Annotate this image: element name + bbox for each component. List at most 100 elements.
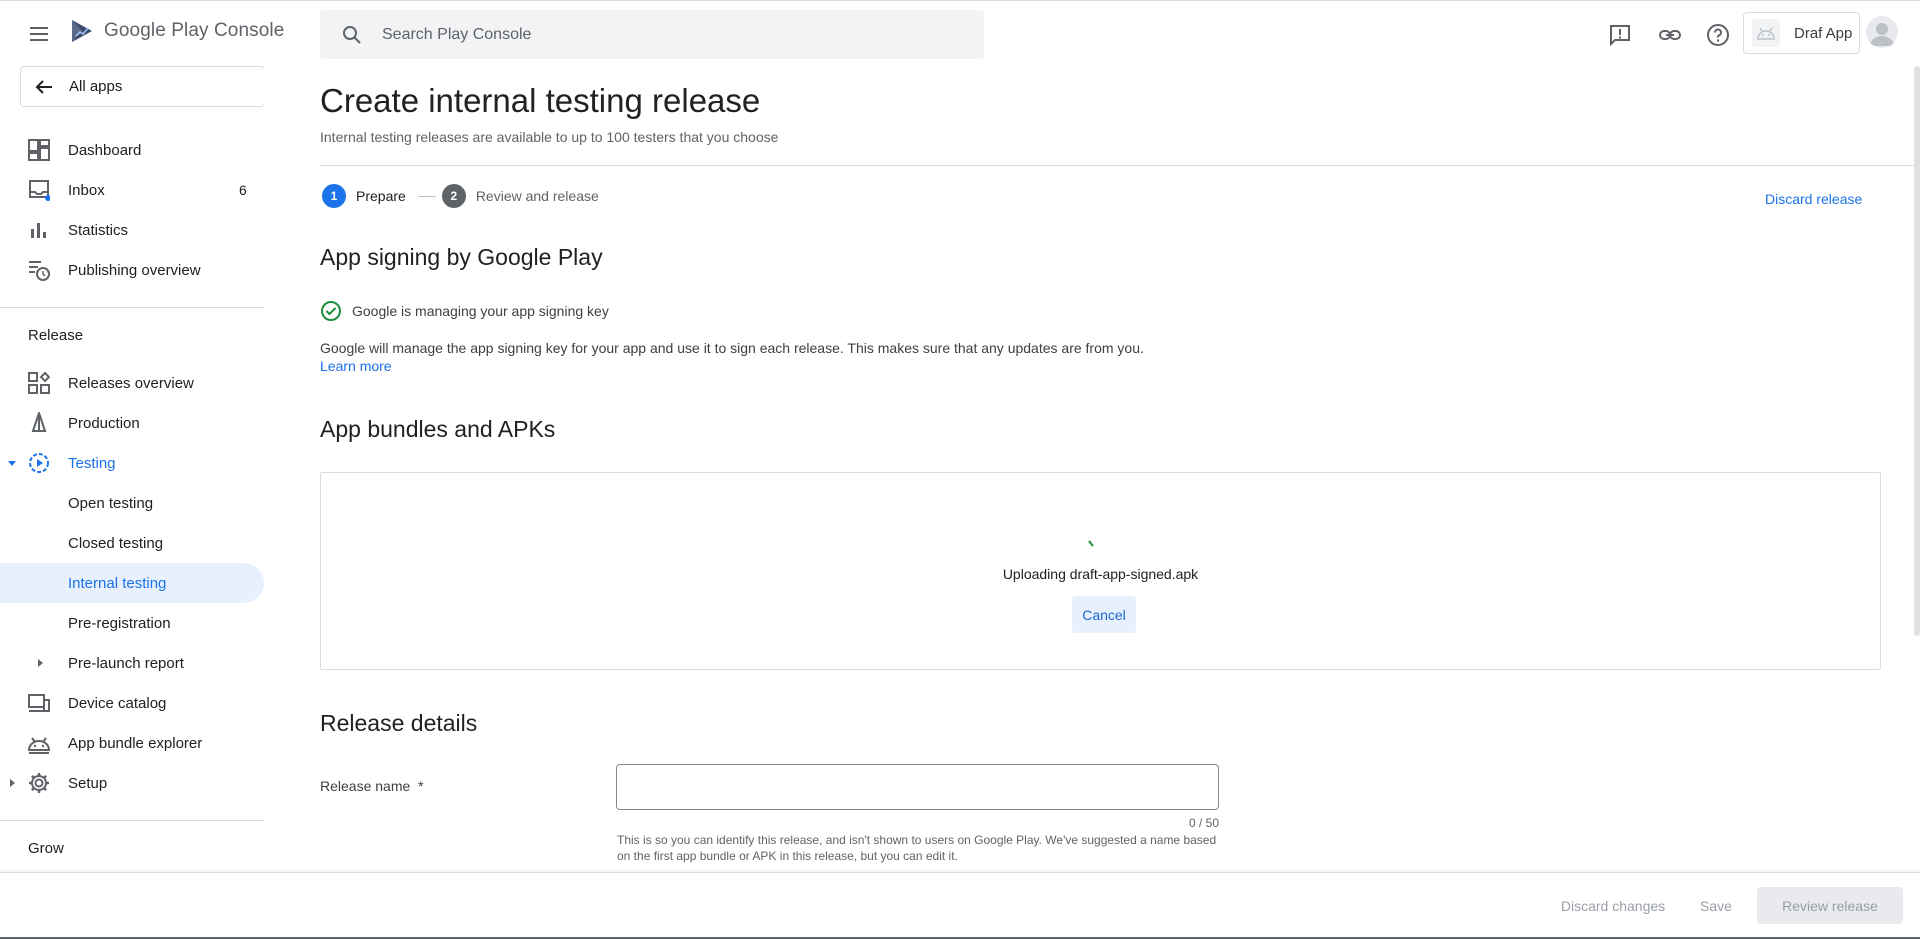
cancel-upload-button[interactable]: Cancel (1072, 596, 1136, 633)
signing-description: Google will manage the app signing key f… (320, 340, 1144, 356)
devices-icon (28, 694, 50, 712)
production-icon (31, 412, 47, 432)
release-name-label: Release name * (320, 778, 424, 794)
publishing-clock-icon (29, 261, 50, 281)
gear-icon (29, 773, 49, 793)
upload-filename: draft-app-signed.apk (1069, 566, 1199, 582)
search-bar[interactable] (320, 10, 984, 59)
sidebar-item-label: App bundle explorer (68, 734, 203, 752)
top-bar: Google Play Console Draf App (0, 0, 1920, 66)
page-title: Create internal testing release (320, 82, 761, 119)
all-apps-label: All apps (69, 78, 123, 95)
section-grow: Grow (28, 840, 64, 857)
play-console-logo[interactable]: Google Play Console (68, 17, 284, 45)
inbox-icon (29, 180, 50, 201)
sidebar-item-internal-testing[interactable]: Internal testing (0, 563, 264, 603)
app-switcher[interactable]: Draf App (1743, 12, 1860, 54)
sidebar-item-pre-launch-report[interactable]: Pre-launch report (0, 643, 264, 683)
discard-release-link[interactable]: Discard release (1765, 191, 1862, 207)
header-divider (320, 165, 1914, 166)
bar-chart-icon (31, 223, 46, 238)
step-1-label[interactable]: Prepare (356, 188, 406, 204)
step-2-label[interactable]: Review and release (476, 188, 599, 204)
sidebar-item-closed-testing[interactable]: Closed testing (0, 523, 264, 563)
loading-spinner-icon (1088, 540, 1094, 547)
chevron-right-icon (38, 659, 43, 667)
release-name-help-text: This is so you can identify this release… (617, 833, 1217, 863)
search-icon (343, 25, 361, 44)
signing-status-text: Google is managing your app signing key (352, 303, 609, 319)
bundles-heading: App bundles and APKs (320, 416, 556, 442)
dashboard-icon (28, 139, 50, 161)
upload-dropzone[interactable]: Uploading draft-app-signed.apk Cancel (320, 472, 1881, 670)
sidebar-item-releases-overview[interactable]: Releases overview (0, 363, 264, 403)
step-connector (417, 195, 436, 197)
footer-action-bar: Discard changes Save Review release (0, 872, 1920, 939)
review-release-button[interactable]: Review release (1757, 887, 1903, 924)
upload-status: Uploading draft-app-signed.apk (321, 566, 1880, 582)
sidebar-item-setup[interactable]: Setup (0, 763, 264, 803)
sidebar-item-label: Production (68, 414, 140, 432)
release-name-char-count: 0 / 50 (1188, 816, 1219, 830)
check-circle-icon (321, 301, 341, 321)
page-subtitle: Internal testing releases are available … (320, 129, 779, 145)
sidebar-item-label: Publishing overview (68, 261, 201, 279)
sidebar-item-label: Setup (68, 774, 108, 792)
vertical-scrollbar[interactable] (1914, 66, 1920, 636)
releases-overview-icon (28, 372, 50, 394)
learn-more-link[interactable]: Learn more (320, 358, 392, 374)
menu-icon[interactable] (24, 21, 56, 47)
help-icon[interactable] (1705, 22, 1731, 48)
testing-icon (29, 453, 49, 473)
feedback-icon[interactable] (1607, 22, 1633, 48)
sidebar-item-label: Statistics (68, 221, 129, 239)
sidebar-item-app-bundle-explorer[interactable]: App bundle explorer (0, 723, 264, 763)
sidebar-item-inbox[interactable]: Inbox 6 (0, 170, 264, 210)
chevron-right-icon (10, 779, 15, 787)
link-icon[interactable] (1657, 22, 1683, 48)
sidebar-item-production[interactable]: Production (0, 403, 264, 443)
sidebar-item-label: Pre-launch report (68, 654, 184, 672)
all-apps-button[interactable]: All apps (20, 66, 264, 107)
sidebar-item-label: Testing (68, 454, 116, 472)
step-1-number: 1 (322, 184, 346, 208)
sidebar-item-label: Releases overview (68, 374, 194, 392)
section-release: Release (28, 327, 84, 344)
stepper: 1 Prepare 2 Review and release (322, 184, 599, 208)
main-content: Create internal testing release Internal… (264, 66, 1914, 872)
sidebar-item-label: Open testing (68, 494, 154, 512)
save-button[interactable]: Save (1690, 887, 1742, 924)
sidebar-item-label: Closed testing (68, 534, 164, 552)
app-signing-heading: App signing by Google Play (320, 244, 603, 270)
sidebar-item-testing[interactable]: Testing (0, 443, 264, 483)
uploading-prefix: Uploading (1002, 566, 1066, 582)
play-logo-icon (72, 20, 92, 42)
sidebar-item-label: Inbox (68, 181, 105, 199)
sidebar-item-open-testing[interactable]: Open testing (0, 483, 264, 523)
step-2-number: 2 (441, 184, 466, 208)
sidebar-item-label: Internal testing (68, 574, 167, 592)
sidebar-item-label: Dashboard (68, 141, 142, 159)
sidebar-item-publishing-overview[interactable]: Publishing overview (0, 250, 264, 290)
app-name: Draf App (1794, 24, 1853, 42)
sidebar: All apps Dashboard Inbox 6 Statistics Pu… (0, 66, 264, 872)
android-icon (1752, 19, 1780, 47)
logo-text: Google Play Console (104, 20, 285, 41)
sidebar-item-device-catalog[interactable]: Device catalog (0, 683, 264, 723)
sidebar-divider (0, 307, 264, 308)
sidebar-item-label: Device catalog (68, 694, 167, 712)
signing-status: Google is managing your app signing key (320, 300, 609, 322)
discard-changes-button[interactable]: Discard changes (1548, 887, 1678, 924)
sidebar-item-statistics[interactable]: Statistics (0, 210, 264, 250)
chevron-down-icon (8, 461, 16, 466)
arrow-back-icon (35, 79, 52, 94)
avatar[interactable] (1866, 16, 1898, 48)
android-bundle-icon (28, 737, 50, 754)
sidebar-item-pre-registration[interactable]: Pre-registration (0, 603, 264, 643)
release-name-input[interactable] (616, 764, 1219, 810)
sidebar-divider (0, 820, 264, 821)
search-input[interactable] (382, 25, 942, 44)
inbox-count-badge: 6 (239, 182, 247, 198)
sidebar-item-dashboard[interactable]: Dashboard (0, 130, 264, 170)
release-details-heading: Release details (320, 710, 478, 736)
